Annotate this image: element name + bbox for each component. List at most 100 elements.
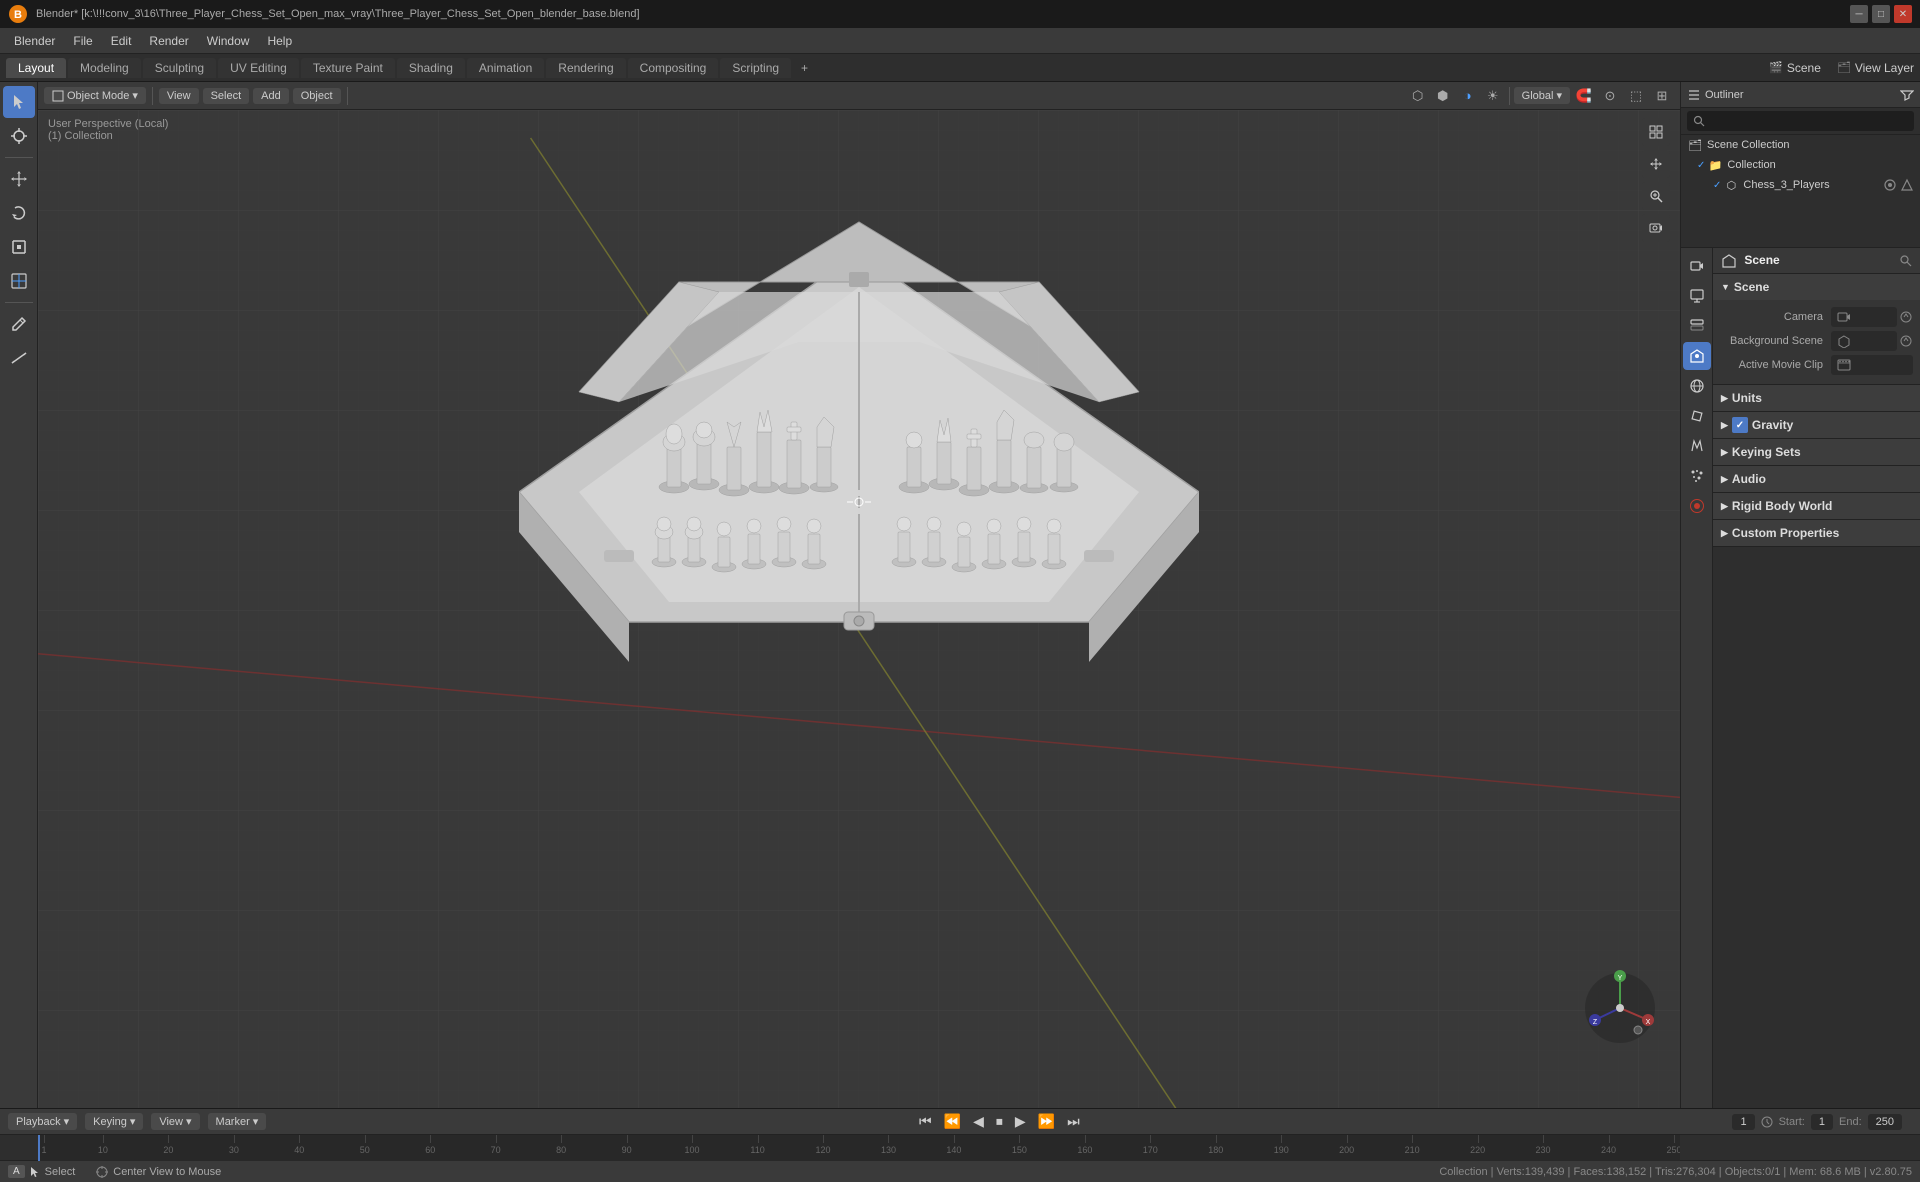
snap-toggle-button[interactable]: 🧲 xyxy=(1572,85,1596,107)
wireframe-shading-button[interactable]: ⬡ xyxy=(1406,85,1430,107)
end-frame-field[interactable]: 250 xyxy=(1868,1114,1902,1130)
transform-tool-button[interactable] xyxy=(3,265,35,297)
tab-compositing[interactable]: Compositing xyxy=(628,58,719,78)
overlay-toggle-button[interactable]: ⬚ xyxy=(1624,85,1648,107)
scene-section-label: Scene xyxy=(1734,280,1769,294)
outliner-chess-object[interactable]: ✓ ⬡ Chess_3_Players xyxy=(1681,175,1920,195)
audio-section-header[interactable]: ▶ Audio xyxy=(1713,466,1920,492)
cursor-tool-button[interactable] xyxy=(3,120,35,152)
pan-button[interactable] xyxy=(1642,150,1670,178)
rigid-body-world-section-header[interactable]: ▶ Rigid Body World xyxy=(1713,493,1920,519)
proportional-edit-button[interactable]: ⊙ xyxy=(1598,85,1622,107)
custom-properties-section-header[interactable]: ▶ Custom Properties xyxy=(1713,520,1920,546)
camera-picker-icon[interactable] xyxy=(1899,310,1913,324)
view-layer-properties-button[interactable] xyxy=(1683,312,1711,340)
menu-render[interactable]: Render xyxy=(141,32,196,50)
tab-layout[interactable]: Layout xyxy=(6,58,66,78)
select-tool-button[interactable] xyxy=(3,86,35,118)
xray-toggle-button[interactable]: ⊞ xyxy=(1650,85,1674,107)
properties-search-icon[interactable] xyxy=(1899,254,1913,268)
add-menu-button[interactable]: Add xyxy=(253,88,289,104)
jump-end-button[interactable]: ⏭ xyxy=(1063,1111,1084,1132)
menu-edit[interactable]: Edit xyxy=(103,32,140,50)
gravity-section-header[interactable]: ▶ ✓ Gravity xyxy=(1713,412,1920,438)
material-shading-button[interactable]: ◑ xyxy=(1456,85,1480,107)
view-dropdown[interactable]: View ▾ xyxy=(151,1113,199,1130)
add-workspace-button[interactable]: + xyxy=(793,58,816,78)
menu-help[interactable]: Help xyxy=(259,32,300,50)
render-properties-button[interactable] xyxy=(1683,252,1711,280)
playhead[interactable] xyxy=(38,1135,40,1161)
jump-start-button[interactable]: ⏮ xyxy=(915,1111,936,1132)
play-reverse-button[interactable]: ◀ xyxy=(969,1111,988,1132)
tab-shading[interactable]: Shading xyxy=(397,58,465,78)
frame-tick-20 xyxy=(168,1135,169,1143)
background-scene-field[interactable] xyxy=(1831,331,1897,351)
viewport-visibility-icon[interactable] xyxy=(1900,178,1914,192)
world-properties-button[interactable] xyxy=(1683,372,1711,400)
keying-sets-section-header[interactable]: ▶ Keying Sets xyxy=(1713,439,1920,465)
custom-props-chevron: ▶ xyxy=(1721,528,1728,539)
crosshair-icon xyxy=(10,127,28,145)
bg-scene-picker-icon[interactable] xyxy=(1899,334,1913,348)
outliner-scene-collection[interactable]: 🗂 Scene Collection xyxy=(1681,135,1920,155)
tab-sculpting[interactable]: Sculpting xyxy=(143,58,216,78)
outliner-collection[interactable]: ✓ 📁 Collection xyxy=(1681,155,1920,175)
scene-section-header[interactable]: ▼ Scene xyxy=(1713,274,1920,300)
solid-shading-button[interactable]: ⬢ xyxy=(1431,85,1455,107)
navigation-gizmo[interactable]: Y X Z xyxy=(1580,968,1660,1048)
view-menu-button[interactable]: View xyxy=(159,88,199,104)
tab-modeling[interactable]: Modeling xyxy=(68,58,141,78)
start-frame-field[interactable]: 1 xyxy=(1811,1114,1833,1130)
object-mode-dropdown[interactable]: Object Mode ▾ xyxy=(44,87,146,104)
stop-button[interactable]: ⏹ xyxy=(992,1111,1007,1132)
gravity-checkbox[interactable]: ✓ xyxy=(1732,417,1748,433)
tab-rendering[interactable]: Rendering xyxy=(546,58,625,78)
tab-texture-paint[interactable]: Texture Paint xyxy=(301,58,395,78)
frame-tick-230 xyxy=(1543,1135,1544,1143)
physics-properties-button[interactable] xyxy=(1683,492,1711,520)
menu-blender[interactable]: Blender xyxy=(6,32,63,50)
timeline-ruler[interactable]: 1102030405060708090100110120130140150160… xyxy=(38,1135,1680,1161)
menu-window[interactable]: Window xyxy=(199,32,258,50)
marker-dropdown[interactable]: Marker ▾ xyxy=(208,1113,267,1130)
current-frame-field[interactable]: 1 xyxy=(1732,1114,1754,1130)
object-menu-button[interactable]: Object xyxy=(293,88,341,104)
frame-label-130: 130 xyxy=(881,1145,896,1155)
step-back-button[interactable]: ⏪ xyxy=(940,1111,965,1132)
menu-file[interactable]: File xyxy=(65,32,100,50)
playback-dropdown[interactable]: Playback ▾ xyxy=(8,1113,77,1130)
tab-uv-editing[interactable]: UV Editing xyxy=(218,58,299,78)
units-section-header[interactable]: ▶ Units xyxy=(1713,385,1920,411)
scene-properties-button[interactable] xyxy=(1683,342,1711,370)
outliner-filter-icon[interactable] xyxy=(1900,88,1914,102)
zoom-button[interactable] xyxy=(1642,182,1670,210)
output-properties-button[interactable] xyxy=(1683,282,1711,310)
step-forward-button[interactable]: ⏩ xyxy=(1034,1111,1059,1132)
select-menu-button[interactable]: Select xyxy=(203,88,250,104)
object-properties-button[interactable] xyxy=(1683,402,1711,430)
camera-button[interactable] xyxy=(1642,214,1670,242)
annotate-tool-button[interactable] xyxy=(3,308,35,340)
grid-toggle-button[interactable] xyxy=(1642,118,1670,146)
tab-scripting[interactable]: Scripting xyxy=(720,58,791,78)
close-button[interactable]: ✕ xyxy=(1894,5,1912,23)
render-visibility-icon[interactable] xyxy=(1883,178,1897,192)
transform-orientation-dropdown[interactable]: Global ▾ xyxy=(1514,87,1570,104)
scale-tool-button[interactable] xyxy=(3,231,35,263)
active-movie-clip-field[interactable] xyxy=(1831,355,1913,375)
tab-animation[interactable]: Animation xyxy=(467,58,544,78)
rendered-shading-button[interactable]: ☀ xyxy=(1481,85,1505,107)
particles-properties-button[interactable] xyxy=(1683,462,1711,490)
rotate-tool-button[interactable] xyxy=(3,197,35,229)
camera-field[interactable] xyxy=(1831,307,1897,327)
movie-clip-icon xyxy=(1837,358,1851,372)
measure-tool-button[interactable] xyxy=(3,342,35,374)
minimize-button[interactable]: ─ xyxy=(1850,5,1868,23)
maximize-button[interactable]: □ xyxy=(1872,5,1890,23)
modifier-properties-button[interactable] xyxy=(1683,432,1711,460)
play-button[interactable]: ▶ xyxy=(1011,1111,1030,1132)
keying-dropdown[interactable]: Keying ▾ xyxy=(85,1113,143,1130)
move-tool-button[interactable] xyxy=(3,163,35,195)
viewport[interactable]: Object Mode ▾ View Select Add Object ⬡ ⬢… xyxy=(38,82,1680,1108)
